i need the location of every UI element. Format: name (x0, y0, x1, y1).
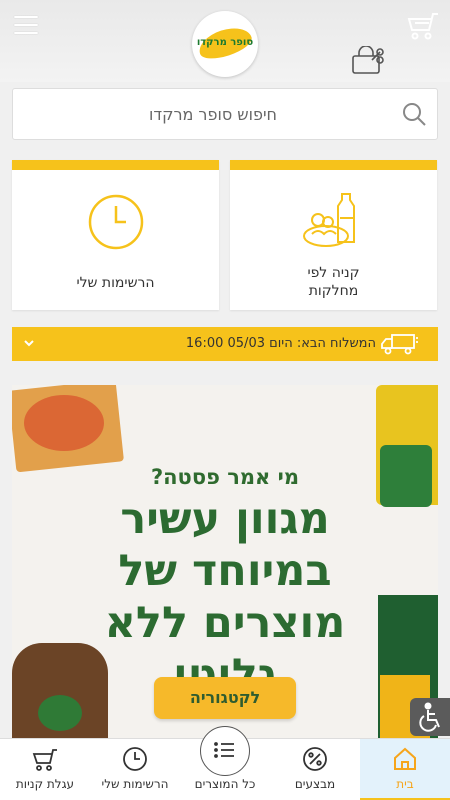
next-delivery-text: המשלוח הבא: היום 05/03 16:00 (185, 336, 376, 351)
shopping-bag-icon[interactable] (350, 45, 386, 76)
pasta-dish-detail (24, 395, 104, 451)
nav-cart-label: עגלת קניות (15, 777, 75, 791)
top-bar: סופר מרקדו (0, 0, 450, 82)
nav-promotions[interactable]: מבצעים (270, 739, 360, 800)
search-bar[interactable] (12, 88, 438, 140)
nav-all-products[interactable]: כל המוצרים (180, 726, 270, 800)
percent-badge-icon (303, 747, 327, 771)
shop-by-category-tile[interactable]: קניה לפי מחלקות (230, 160, 437, 310)
banner-headline: מגוון עשיר במיוחד של מוצרים ללא גלוטן (104, 494, 346, 700)
bottom-nav: בית מבצעים כל המוצרים הרשימות שלי עגלת ק… (0, 726, 450, 800)
clock-icon (123, 747, 147, 771)
all-products-circle (200, 726, 250, 776)
chevron-down-icon[interactable] (22, 336, 36, 350)
search-input[interactable] (67, 89, 427, 139)
truck-icon (381, 334, 418, 355)
home-icon (394, 747, 416, 770)
hamburger-icon[interactable] (14, 16, 38, 36)
cart-icon[interactable] (404, 10, 440, 42)
shop-by-category-line1: קניה לפי (307, 265, 360, 281)
nav-cart[interactable]: עגלת קניות (0, 739, 90, 800)
logo-text: סופר מרקדו (196, 37, 254, 48)
next-delivery-bar[interactable]: המשלוח הבא: היום 05/03 16:00 (12, 327, 438, 361)
accessibility-button[interactable] (410, 698, 450, 736)
banner-subtitle: מי אמר פסטה? (150, 465, 300, 489)
shop-by-category-label: קניה לפי מחלקות (230, 264, 437, 300)
wheelchair-icon (419, 702, 440, 732)
groceries-icon (303, 193, 355, 247)
logo[interactable]: סופר מרקדו (192, 11, 258, 77)
nav-my-lists[interactable]: הרשימות שלי (90, 739, 180, 800)
nav-all-products-label: כל המוצרים (194, 777, 256, 791)
clock-icon (88, 194, 144, 250)
nav-my-lists-label: הרשימות שלי (101, 777, 169, 791)
my-lists-tile[interactable]: הרשימות שלי (12, 160, 219, 310)
shop-by-category-line2: מחלקות (308, 283, 359, 299)
search-icon[interactable] (401, 101, 427, 127)
banner-category-button[interactable]: לקטגוריה (154, 677, 296, 719)
my-lists-label: הרשימות שלי (76, 275, 155, 291)
nav-promotions-label: מבצעים (294, 777, 336, 791)
cart-icon (32, 749, 57, 771)
list-icon (214, 742, 234, 758)
promo-banner[interactable]: מי אמר פסטה? מגוון עשיר במיוחד של מוצרים… (12, 385, 438, 745)
nav-home-label: בית (396, 777, 414, 791)
nav-home[interactable]: בית (360, 739, 450, 800)
